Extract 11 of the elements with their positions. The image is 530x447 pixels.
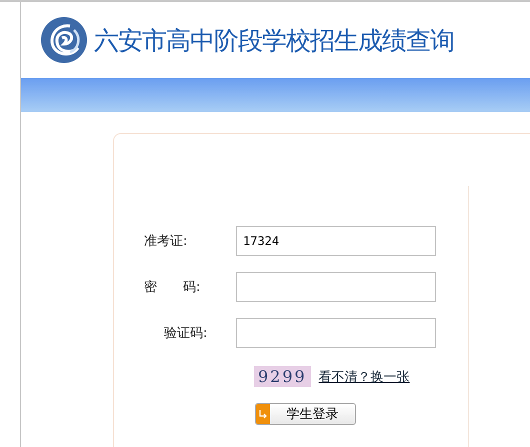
captcha-image: 9299 (254, 366, 311, 387)
logo-icon (40, 16, 88, 64)
input-field[interactable] (236, 318, 436, 348)
field-label: 准考证: (143, 233, 188, 250)
refresh-captcha-link[interactable]: 看不清？换一张 (318, 368, 410, 386)
input-field[interactable]: 17324 (236, 226, 436, 256)
field-label: 密 码: (143, 279, 202, 296)
field-label: 验证码: (163, 325, 208, 342)
site-title: 六安市高中阶段学校招生成绩查询 (94, 24, 454, 56)
input-field[interactable] (236, 272, 436, 302)
login-button[interactable]: 学生登录 (255, 403, 356, 425)
